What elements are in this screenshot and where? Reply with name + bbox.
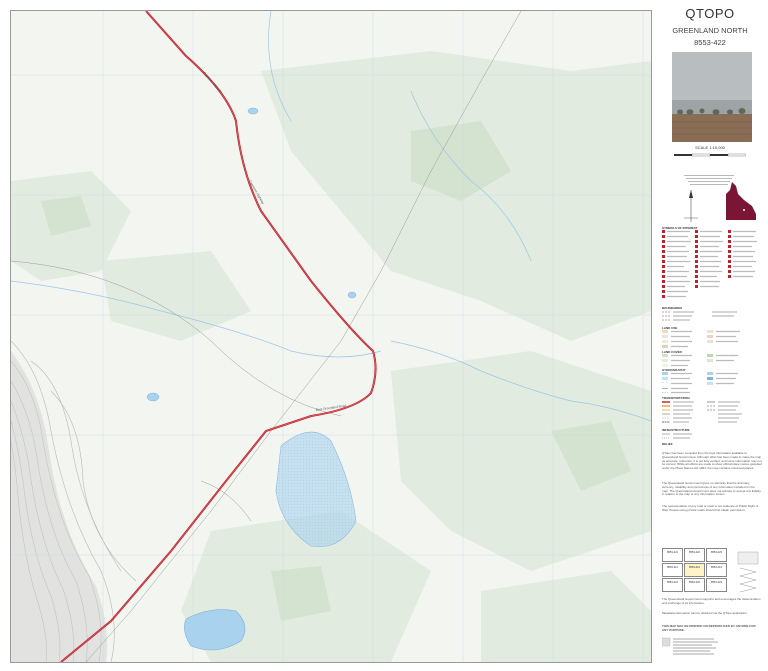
copyright-block [662, 637, 718, 655]
sheet-index: 8553-421 8553-422 8553-423 8553-411 8553… [662, 548, 732, 593]
legend-infrastructure [662, 433, 692, 439]
print-note: THIS MAP MAY BE PRINTED OR REPRODUCED BY… [662, 624, 756, 632]
queensland-locator-icon [726, 182, 756, 220]
index-cell-s[interactable]: 8553-322 [684, 578, 705, 592]
map-sheet: Capricorn Highway Capricorn Highway East… [0, 0, 768, 671]
index-cell-ne[interactable]: 8553-423 [706, 548, 727, 562]
map-title: QTOPO [685, 6, 735, 21]
legend-hydrography [662, 372, 738, 394]
scale-bar [674, 153, 746, 157]
index-cell-n[interactable]: 8553-422 [684, 548, 705, 562]
liability-text: The Queensland Government gives no warra… [662, 481, 761, 497]
feedback-text: The Queensland Government supports and e… [662, 597, 761, 605]
legend-panel: QTOPO GREENLAND NORTH 8553-422 SCALE 1:1… [656, 0, 764, 671]
index-cell-current[interactable]: 8553-412 [684, 563, 705, 577]
sheet-name: GREENLAND NORTH [672, 26, 748, 35]
map-face[interactable]: Capricorn Highway Capricorn Highway East… [10, 10, 652, 663]
legend-transportation [662, 401, 742, 423]
index-cell-se[interactable]: 8553-323 [706, 578, 727, 592]
index-cell-e[interactable]: 8553-413 [706, 563, 727, 577]
legend-symbols [662, 230, 757, 298]
metadata-text: Metadata information can be obtained via… [662, 611, 748, 615]
access-text: The representation of any road or track … [662, 504, 759, 512]
map-canvas: Capricorn Highway Capricorn Highway East… [11, 11, 651, 662]
legend-land-use [662, 330, 740, 348]
index-cell-w[interactable]: 8553-411 [662, 563, 683, 577]
disclaimer-text: QTopo has been compiled from the best in… [662, 451, 762, 471]
legend-land-cover [662, 354, 738, 367]
cover-photo [672, 52, 752, 142]
index-cell-sw[interactable]: 8553-321 [662, 578, 683, 592]
sheet-code: 8553-422 [694, 38, 726, 47]
legend-relief-head: RELIEF [662, 442, 673, 446]
legend-boundaries [662, 311, 737, 321]
fold-diagram-icon [737, 551, 759, 593]
scale-label: SCALE 1:10,000 [695, 145, 725, 150]
index-cell-nw[interactable]: 8553-421 [662, 548, 683, 562]
north-arrow-icon [684, 190, 698, 222]
